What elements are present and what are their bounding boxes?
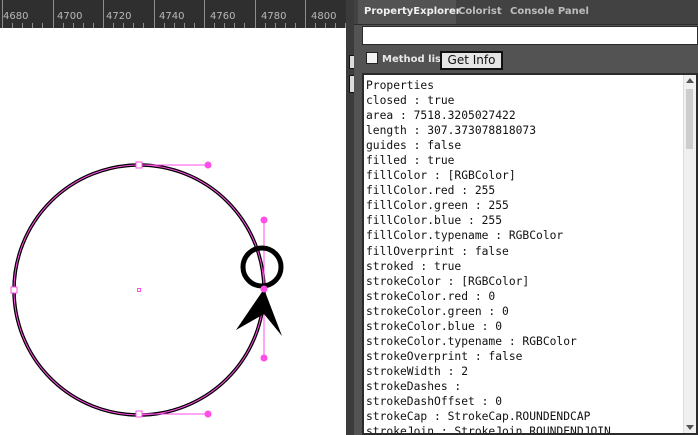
property-line: fillColor.typename : RGBColor <box>366 229 564 243</box>
property-line: strokeColor : [RGBColor] <box>366 274 530 288</box>
ruler-label: 4780 <box>261 11 287 22</box>
properties-list: Properties closed : true area : 7518.32050… <box>366 78 611 435</box>
ruler-tick <box>2 0 3 28</box>
panel-tab-bar: PropertyExplorer Colorist Console Panel … <box>354 0 698 41</box>
property-line: strokeColor.red : 0 <box>366 289 496 303</box>
anchor-point[interactable] <box>135 410 143 418</box>
property-line: strokeWidth : 2 <box>366 364 469 378</box>
ruler-label: 4760 <box>210 11 236 22</box>
property-line: fillColor.green : 255 <box>366 199 509 213</box>
tab-property-explorer[interactable]: PropertyExplorer <box>358 0 461 24</box>
ruler-tick <box>204 0 205 28</box>
method-list-checkbox[interactable] <box>366 52 378 64</box>
ruler-tick <box>305 0 306 28</box>
property-line: fillColor.blue : 255 <box>366 214 503 228</box>
property-line: guides : false <box>366 139 462 153</box>
property-line: strokeColor.green : 0 <box>366 304 509 318</box>
method-list-label: Method list <box>382 54 446 65</box>
anchor-point[interactable] <box>135 161 143 169</box>
property-line: strokeJoin : StrokeJoin.ROUNDENDJOIN <box>366 425 611 435</box>
property-line: strokeOverprint : false <box>366 349 523 363</box>
ruler-tick <box>254 0 256 28</box>
properties-scrollbar[interactable] <box>683 75 696 433</box>
ruler-tick <box>52 0 54 28</box>
tab-console-panel[interactable]: Console Panel v0.9 <box>504 0 608 41</box>
bezier-handle-point[interactable] <box>204 410 212 418</box>
properties-output[interactable]: Properties closed : true area : 7518.32050… <box>362 73 698 435</box>
artboard-canvas[interactable] <box>0 28 346 435</box>
scroll-up-arrow[interactable] <box>686 78 694 83</box>
property-line: area : 7518.3205027422 <box>366 109 516 123</box>
property-line: closed : true <box>366 94 455 108</box>
object-name-input[interactable] <box>362 26 698 45</box>
property-line: strokeCap : StrokeCap.ROUNDENDCAP <box>366 410 591 424</box>
bezier-handle-point[interactable] <box>260 354 268 362</box>
property-explorer-panel: PropertyExplorer Colorist Console Panel … <box>354 0 698 435</box>
anchor-point[interactable] <box>10 286 18 294</box>
tab-colorist[interactable]: Colorist <box>452 0 506 24</box>
ruler-tick <box>103 0 104 28</box>
selected-anchor-point[interactable] <box>260 285 268 293</box>
get-info-button[interactable]: Get Info <box>440 51 503 70</box>
property-line: stroked : true <box>366 259 462 273</box>
property-line: length : 307.373078818073 <box>366 124 537 138</box>
horizontal-ruler: 4680 4700 4720 4740 4760 4780 4800 <box>0 0 347 29</box>
property-line: Properties <box>366 79 435 92</box>
ruler-label: 4700 <box>57 11 83 22</box>
circle-path[interactable] <box>12 163 266 417</box>
property-line: fillOverprint : false <box>366 244 509 258</box>
ruler-label: 4680 <box>3 11 29 22</box>
property-line: fillColor.red : 255 <box>366 184 496 198</box>
ruler-label: 4720 <box>106 11 132 22</box>
ruler-label: 4800 <box>311 11 337 22</box>
bezier-handle-point[interactable] <box>204 161 212 169</box>
property-line: strokeDashOffset : 0 <box>366 394 503 408</box>
property-line: filled : true <box>366 154 455 168</box>
center-point <box>137 288 141 292</box>
property-line: strokeDashes : <box>366 379 462 393</box>
ruler-tick <box>153 0 155 28</box>
property-line: strokeColor.typename : RGBColor <box>366 334 577 348</box>
scroll-thumb[interactable] <box>686 89 693 149</box>
scroll-down-arrow[interactable] <box>686 425 694 430</box>
artwork[interactable] <box>0 28 346 435</box>
ruler-label: 4740 <box>159 11 185 22</box>
bezier-handle-point[interactable] <box>260 216 268 224</box>
property-line: fillColor : [RGBColor] <box>366 169 516 183</box>
property-line: strokeColor.blue : 0 <box>366 319 503 333</box>
